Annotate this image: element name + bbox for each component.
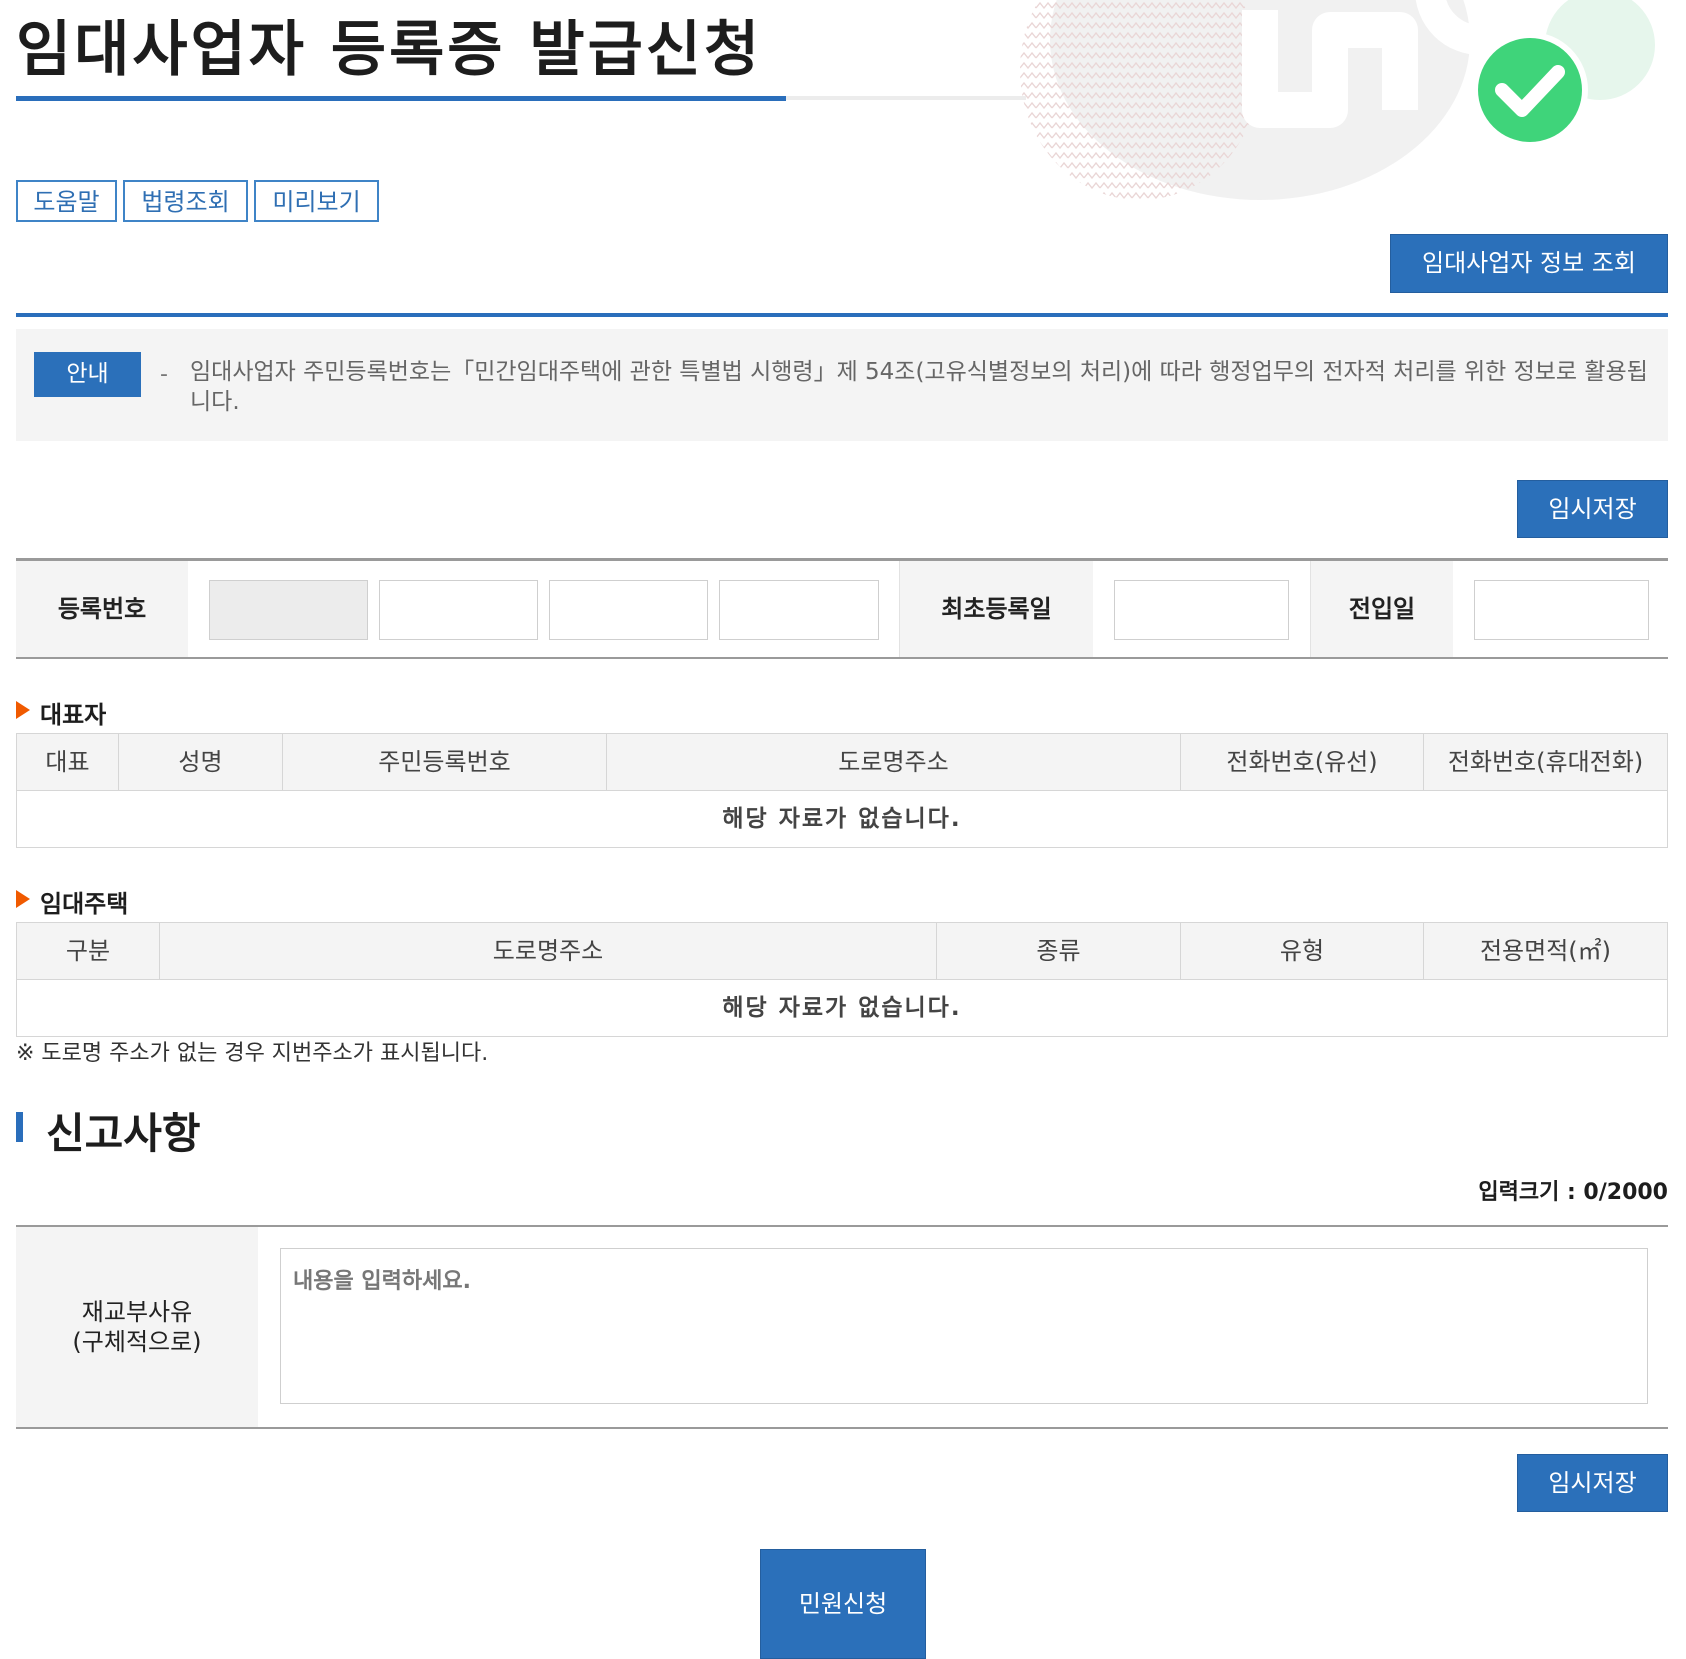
title-underline [16,96,786,101]
reissue-reason-label-line2: (구체적으로) [72,1328,202,1356]
column-header: 전화번호(유선) [1181,734,1424,790]
submit-petition-button[interactable]: 민원신청 [760,1549,926,1659]
column-header: 종류 [937,923,1181,979]
law-lookup-button[interactable]: 법령조회 [123,180,248,222]
preview-button[interactable]: 미리보기 [254,180,379,222]
triangle-right-icon [16,701,30,719]
column-header: 도로명주소 [160,923,937,979]
representative-table: 대표 성명 주민등록번호 도로명주소 전화번호(유선) 전화번호(휴대전화) 해… [16,733,1668,848]
reissue-reason-textarea[interactable] [280,1248,1648,1404]
check-circle-icon [1470,30,1590,150]
empty-message: 해당 자료가 없습니다. [722,995,962,1021]
column-header: 구분 [17,923,160,979]
notice-text: 임대사업자 주민등록번호는「민간임대주택에 관한 특별법 시행령」제 54조(고… [190,359,1648,415]
notice-dash: - [160,362,168,387]
move-in-date-input[interactable] [1474,580,1649,640]
reg-no-label: 등록번호 [16,561,188,657]
address-note: ※ 도로명 주소가 없는 경우 지번주소가 표시됩니다. [16,1041,489,1066]
title-rule-gray [786,96,1026,100]
column-header: 주민등록번호 [283,734,607,790]
help-button[interactable]: 도움말 [16,180,117,222]
report-top-rule [16,1225,1668,1227]
reg-no-input-1 [209,580,368,640]
section-rule [16,313,1668,317]
reg-no-input-4[interactable] [719,580,879,640]
empty-message: 해당 자료가 없습니다. [722,806,962,832]
registration-bottom-rule [16,657,1668,659]
reissue-reason-label-line1: 재교부사유 [81,1298,193,1326]
table-header-row: 대표 성명 주민등록번호 도로명주소 전화번호(유선) 전화번호(휴대전화) [17,734,1667,791]
reissue-reason-label: 재교부사유 (구체적으로) [16,1227,258,1427]
first-reg-date-input[interactable] [1114,580,1289,640]
column-header: 성명 [119,734,283,790]
housing-table: 구분 도로명주소 종류 유형 전용면적(㎡) 해당 자료가 없습니다. [16,922,1668,1037]
column-header: 도로명주소 [607,734,1181,790]
page-title: 임대사업자 등록증 발급신청 [16,15,763,85]
first-reg-date-label: 최초등록일 [900,561,1093,657]
triangle-right-icon [16,890,30,908]
representative-title: 대표자 [40,701,107,729]
column-header: 전화번호(휴대전화) [1424,734,1667,790]
temp-save-button-bottom[interactable]: 임시저장 [1517,1454,1668,1512]
temp-save-button[interactable]: 임시저장 [1517,480,1668,538]
column-header: 대표 [17,734,119,790]
input-size-counter: 입력크기 : 0/2000 [1478,1180,1668,1205]
report-bottom-rule [16,1427,1668,1429]
housing-title: 임대주택 [40,890,129,918]
report-title: 신고사항 [46,1109,201,1158]
notice-badge: 안내 [34,352,141,397]
column-header: 유형 [1181,923,1424,979]
lookup-business-info-button[interactable]: 임대사업자 정보 조회 [1390,234,1668,293]
section-bar [16,1112,23,1142]
reg-no-input-3[interactable] [549,580,708,640]
move-in-date-label: 전입일 [1311,561,1453,657]
table-header-row: 구분 도로명주소 종류 유형 전용면적(㎡) [17,923,1667,980]
column-header: 전용면적(㎡) [1424,923,1667,979]
reg-no-input-2[interactable] [379,580,538,640]
